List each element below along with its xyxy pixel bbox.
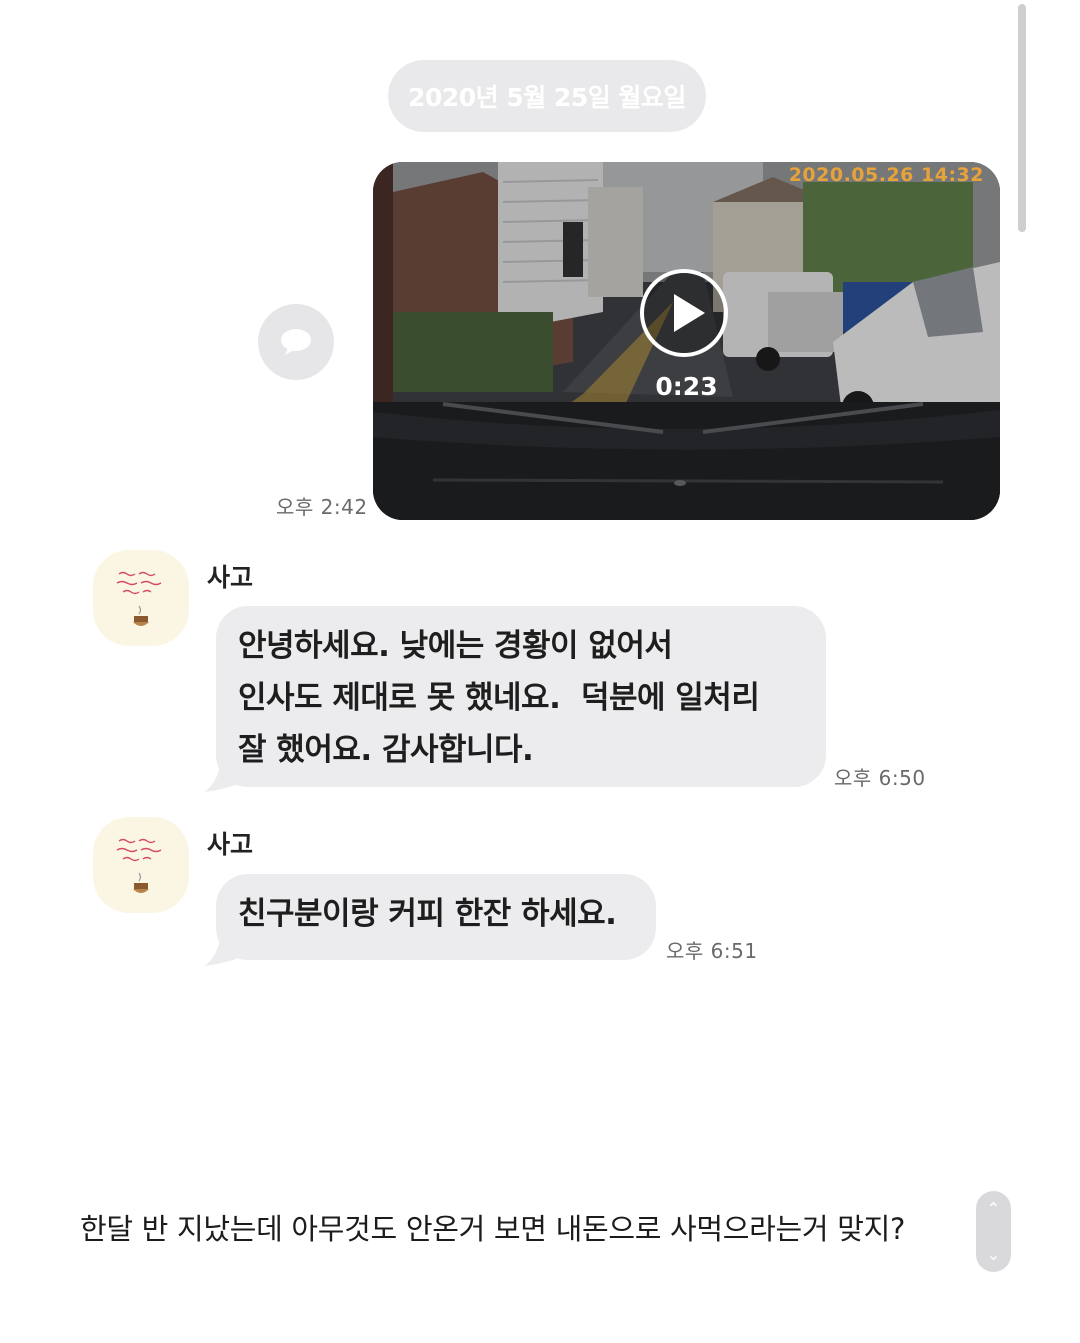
message-time: 오후 6:50 [834,766,926,790]
message-bubble[interactable]: 안녕하세요. 낮에는 경황이 없어서인사도 제대로 못 했네요. 덕분에 일처리… [216,606,826,787]
sender-name: 사고 [207,830,254,859]
message-time: 오후 2:42 [276,495,368,519]
avatar-image [116,571,162,626]
date-divider: 2020년 5월 25일 월요일 [388,60,706,132]
message-bubble[interactable]: 친구분이랑 커피 한잔 하세요. [216,874,656,960]
message-line: 잘 했어요. 감사합니다. [238,732,534,768]
speech-bubble-icon [281,329,311,355]
dashcam-timestamp: 2020.05.26 14:32 [788,164,984,186]
message-time: 오후 6:51 [666,939,758,963]
avatar[interactable] [93,550,189,646]
video-duration: 0:23 [655,372,718,401]
video-message[interactable]: 2020.05.26 14:32 0:23 [373,162,1000,520]
chevron-up-icon[interactable]: ⌃ [987,1199,1000,1218]
scroll-control[interactable]: ⌃ ⌄ [976,1191,1011,1272]
message-line: 안녕하세요. 낮에는 경황이 없어서 [238,628,673,664]
chevron-down-icon[interactable]: ⌄ [987,1245,1000,1264]
message-line: 친구분이랑 커피 한잔 하세요. [238,896,617,932]
play-icon[interactable] [639,268,729,358]
scrollbar-thumb[interactable] [1018,4,1026,232]
share-button[interactable] [258,304,334,380]
avatar[interactable] [93,817,189,913]
message-line: 인사도 제대로 못 했네요. 덕분에 일처리 [238,680,760,716]
avatar-image [116,838,162,893]
sender-name: 사고 [207,563,254,592]
post-caption: 한달 반 지났는데 아무것도 안온거 보면 내돈으로 사먹으라는거 맞지? [80,1212,906,1246]
